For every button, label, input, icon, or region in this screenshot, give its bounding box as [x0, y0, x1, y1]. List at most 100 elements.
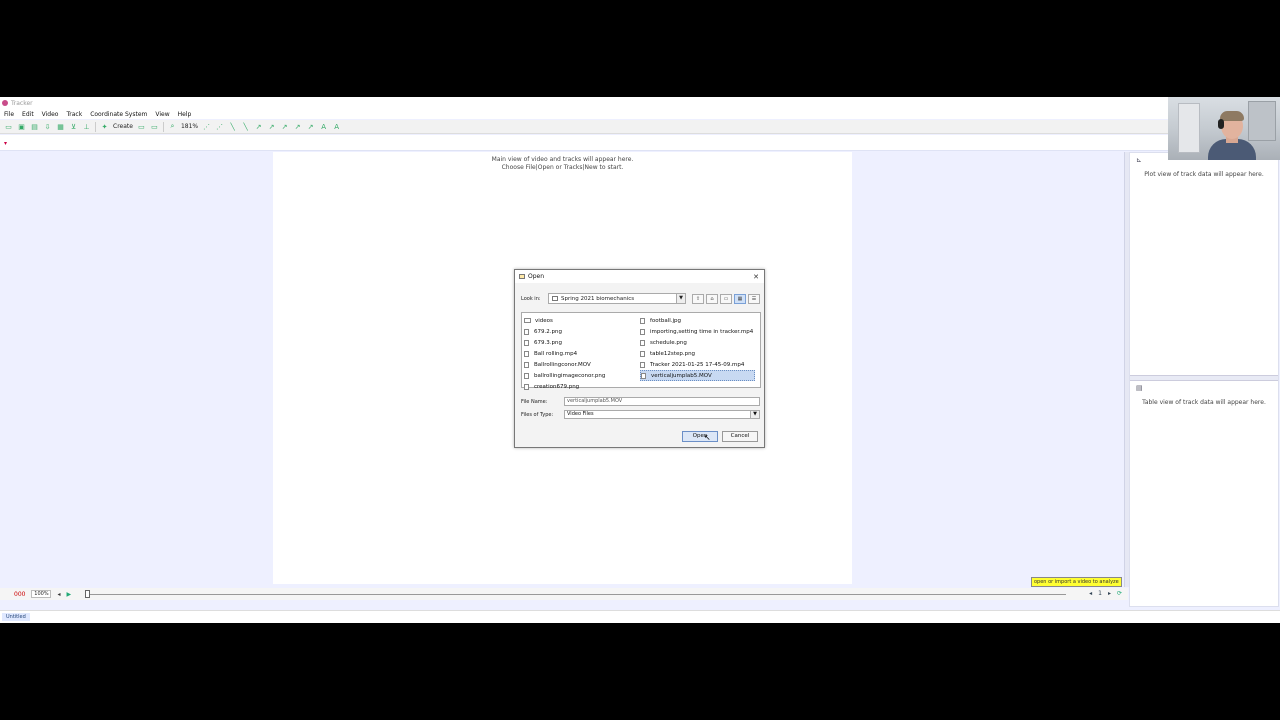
step-back-icon[interactable]: ◂ — [57, 591, 60, 598]
headset-icon — [1218, 119, 1224, 129]
up-folder-icon[interactable]: ⇧ — [692, 293, 704, 304]
label-icon[interactable]: ⋰ — [215, 122, 224, 131]
dialog-title: Open — [528, 273, 545, 280]
chevron-down-icon[interactable]: ▼ — [750, 411, 759, 418]
calibration-icon[interactable]: ⊻ — [69, 122, 78, 131]
file-name-label: File Name: — [521, 398, 548, 405]
home-icon[interactable]: ⌂ — [706, 293, 718, 304]
file-item-label: Ball rolling.mp4 — [534, 350, 578, 357]
create-button[interactable]: Create — [113, 123, 133, 130]
trail-icon[interactable]: ⋰ — [202, 122, 211, 131]
dialog-nav-icons: ⇧ ⌂ ▭ ▦ ☰ — [692, 293, 760, 304]
file-item-label: ballrollingimageconor.png — [534, 372, 606, 379]
menu-video[interactable]: Video — [38, 111, 63, 118]
zoom-icon[interactable]: ⌕ — [168, 122, 177, 131]
file-icon — [524, 383, 529, 390]
file-icon — [640, 339, 645, 346]
path-icon[interactable]: ╲ — [228, 122, 237, 131]
new-folder-icon[interactable]: ▭ — [720, 293, 732, 304]
list-item[interactable]: schedule.png — [640, 337, 755, 348]
vector-icon[interactable]: ↗ — [293, 122, 302, 131]
files-of-type-value: Video Files — [567, 411, 594, 417]
menu-help[interactable]: Help — [174, 111, 196, 118]
look-in-select[interactable]: Spring 2021 biomechanics ▼ — [548, 293, 686, 304]
reset-icon[interactable]: ◂ — [1089, 590, 1092, 597]
font-size-icon[interactable]: A — [319, 122, 328, 131]
loop-icon[interactable]: ⟳ — [1117, 590, 1122, 597]
dialog-title-bar: Open — [515, 270, 764, 283]
play-icon[interactable]: ▶ — [66, 591, 71, 598]
table-view[interactable]: ▤ Table view of track data will appear h… — [1130, 381, 1278, 406]
save-video-icon[interactable]: ▤ — [30, 122, 39, 131]
file-icon — [640, 361, 645, 368]
list-item[interactable]: ballrollingimageconor.png — [524, 370, 607, 381]
menu-edit[interactable]: Edit — [18, 111, 38, 118]
open-button[interactable]: Open — [682, 431, 718, 442]
toolbar: ▭ ▣ ▤ ⇩ ▦ ⊻ ⊥ ✦ Create ▭ ▭ ⌕ 181% ⋰ ⋰ ╲ … — [0, 120, 1168, 134]
menu-chevron-icon[interactable]: ▾ — [4, 140, 7, 147]
stretch-icon[interactable]: ↗ — [306, 122, 315, 131]
list-item[interactable]: Ball rolling.mp4 — [524, 348, 607, 359]
list-item[interactable]: Ballrollingconor.MOV — [524, 359, 607, 370]
webcam-overlay — [1168, 97, 1280, 160]
track-control-icon[interactable]: ▭ — [150, 122, 159, 131]
chevron-down-icon[interactable]: ▼ — [676, 294, 685, 303]
list-item[interactable]: football.jpg — [640, 315, 755, 326]
plot-view[interactable]: ⊾ Plot view of track data will appear he… — [1130, 153, 1278, 375]
velocity-icon[interactable]: ↗ — [254, 122, 263, 131]
open-file-dialog: Open ✕ Look in: Spring 2021 biomechanics… — [514, 269, 765, 448]
file-name-row: File Name: verticaljumplab5.MOV — [521, 397, 761, 406]
step-size-icon[interactable]: 1 — [1098, 590, 1102, 597]
list-item-folder[interactable]: videos — [524, 315, 607, 326]
files-of-type-label: Files of Type: — [521, 411, 554, 418]
list-item-selected[interactable]: verticaljumplab5.MOV — [640, 370, 756, 381]
menu-file[interactable]: File — [0, 111, 18, 118]
plot-icon[interactable]: ⊾ — [1136, 156, 1142, 164]
tab-bar: Untitled — [0, 610, 1280, 623]
list-item[interactable]: 679.2.png — [524, 326, 607, 337]
file-icon — [524, 372, 529, 379]
xmass-icon[interactable]: ↗ — [280, 122, 289, 131]
track-list-icon[interactable]: ▭ — [137, 122, 146, 131]
slider-handle[interactable] — [85, 590, 90, 598]
clip-settings-icon[interactable]: ▦ — [56, 122, 65, 131]
webcam-background-frame — [1248, 101, 1276, 141]
table-icon[interactable]: ▤ — [1136, 384, 1143, 392]
acceleration-icon[interactable]: ↗ — [267, 122, 276, 131]
tab-untitled[interactable]: Untitled — [2, 613, 30, 621]
menu-bar: File Edit Video Track Coordinate System … — [0, 109, 1168, 119]
frame-number[interactable]: 000 — [14, 591, 25, 598]
position-icon[interactable]: ╲ — [241, 122, 250, 131]
create-track-icon[interactable]: ✦ — [100, 122, 109, 131]
file-item-label: verticaljumplab5.MOV — [651, 372, 712, 379]
main-view-hint-line1: Main view of video and tracks will appea… — [491, 156, 634, 163]
file-icon — [524, 350, 529, 357]
menu-view[interactable]: View — [151, 111, 173, 118]
close-icon[interactable]: ✕ — [753, 273, 759, 281]
video-slider[interactable] — [86, 594, 1066, 595]
text-icon[interactable]: A — [332, 122, 341, 131]
file-list[interactable]: videos 679.2.png 679.3.png Ball rolling.… — [521, 312, 761, 390]
list-item[interactable]: 679.3.png — [524, 337, 607, 348]
list-view-icon[interactable]: ▦ — [734, 293, 746, 304]
playback-rate[interactable]: 100% — [31, 590, 52, 598]
menu-track[interactable]: Track — [62, 111, 86, 118]
cancel-button[interactable]: Cancel — [722, 431, 758, 442]
list-item[interactable]: creation679.png — [524, 381, 607, 392]
file-item-label: Tracker 2021-01-25 17-45-09.mp4 — [650, 361, 745, 368]
list-item[interactable]: table12step.png — [640, 348, 755, 359]
save-icon[interactable]: ▣ — [17, 122, 26, 131]
files-of-type-select[interactable]: Video Files ▼ — [564, 410, 760, 419]
list-item[interactable]: importing,setting time in tracker.mp4 — [640, 326, 755, 337]
open-folder-icon[interactable]: ▭ — [4, 122, 13, 131]
menu-coordinate-system[interactable]: Coordinate System — [86, 111, 151, 118]
step-forward-icon[interactable]: ▸ — [1108, 590, 1111, 597]
import-icon[interactable]: ⇩ — [43, 122, 52, 131]
file-item-label: videos — [535, 317, 553, 324]
details-view-icon[interactable]: ☰ — [748, 293, 760, 304]
list-item[interactable]: Tracker 2021-01-25 17-45-09.mp4 — [640, 359, 755, 370]
zoom-level[interactable]: 181% — [181, 123, 198, 130]
file-icon — [524, 361, 529, 368]
file-name-field[interactable]: verticaljumplab5.MOV — [564, 397, 760, 406]
axes-icon[interactable]: ⊥ — [82, 122, 91, 131]
